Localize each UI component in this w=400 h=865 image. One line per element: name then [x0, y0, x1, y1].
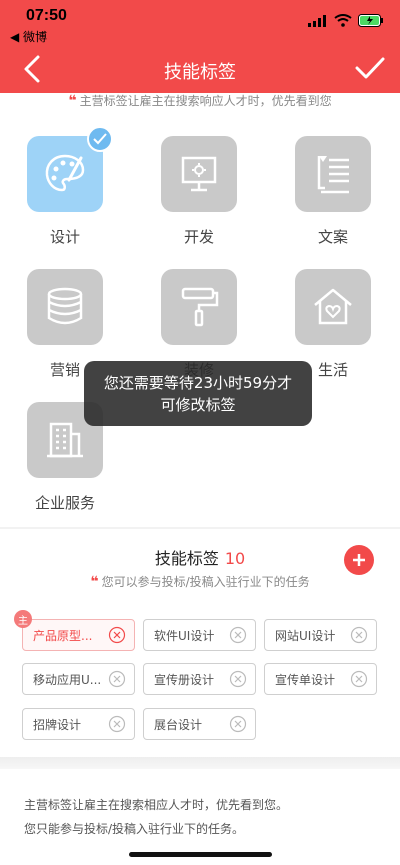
tag-item-main[interactable]: 产品原型... — [22, 619, 135, 651]
monitor-icon — [181, 156, 217, 192]
remove-tag-icon[interactable] — [229, 670, 247, 688]
bottom-note-line-2: 您只能参与投标/投稿入驻行业下的任务。 — [24, 822, 245, 836]
category-tile[interactable] — [161, 136, 237, 212]
category-copywriting[interactable]: 文案 — [295, 136, 371, 247]
category-tile[interactable] — [27, 269, 103, 345]
top-hint: ❝ 主营标签让雇主在搜索响应人才时，优先看到您 — [0, 92, 400, 109]
wifi-icon — [334, 14, 352, 27]
confirm-check-icon[interactable] — [354, 54, 386, 84]
section-divider — [0, 527, 400, 529]
selected-check-icon — [87, 126, 113, 152]
quote-icon: ❝ — [68, 93, 77, 109]
tag-label: 软件UI设计 — [154, 628, 215, 643]
signal-icon — [308, 14, 326, 27]
palette-icon — [45, 154, 85, 192]
tag-label: 网站UI设计 — [275, 628, 336, 643]
category-design[interactable]: 设计 — [27, 126, 113, 247]
toast-message: 您还需要等待23小时59分才 可修改标签 — [84, 361, 312, 426]
category-label: 开发 — [183, 228, 214, 246]
remove-tag-icon[interactable] — [350, 670, 368, 688]
document-icon — [317, 156, 349, 194]
status-bar: 07:50 ◀ 微博 — [0, 0, 400, 44]
page-title: 技能标签 — [164, 62, 236, 83]
tag-label: 宣传单设计 — [275, 672, 336, 687]
plus-icon — [353, 554, 365, 566]
main-tag-badge: 主 — [14, 610, 32, 628]
category-label: 文案 — [317, 228, 348, 246]
tag-label: 移动应用U... — [33, 672, 102, 687]
quote-icon: ❝ — [90, 574, 99, 590]
coins-icon — [47, 287, 83, 325]
remove-tag-icon[interactable] — [108, 715, 126, 733]
building-icon — [47, 422, 83, 458]
tag-item[interactable]: 宣传单设计 — [264, 663, 377, 695]
home-indicator[interactable] — [129, 852, 272, 857]
bottom-separator — [0, 757, 400, 769]
tag-label: 招牌设计 — [33, 717, 82, 732]
toast-line-1: 您还需要等待23小时59分才 — [103, 373, 293, 392]
tag-label: 展台设计 — [154, 717, 203, 732]
remove-tag-icon[interactable] — [108, 670, 126, 688]
category-development[interactable]: 开发 — [161, 136, 237, 247]
tag-item[interactable]: 网站UI设计 — [264, 619, 377, 651]
tags-title-text: 技能标签 — [154, 549, 219, 568]
add-tag-button[interactable] — [344, 545, 374, 575]
tags-count: 10 — [224, 549, 246, 568]
remove-tag-icon[interactable] — [108, 626, 126, 644]
remove-tag-icon[interactable] — [229, 626, 247, 644]
home-heart-icon — [314, 288, 352, 325]
remove-tag-icon[interactable] — [229, 715, 247, 733]
category-tile[interactable] — [295, 136, 371, 212]
tag-item[interactable]: 展台设计 — [143, 708, 256, 740]
battery-icon — [358, 14, 383, 27]
tags-hint-text: 您可以参与投标/投稿入驻行业下的任务 — [101, 575, 310, 589]
status-time: 07:50 — [26, 7, 67, 24]
tag-item[interactable]: 宣传册设计 — [143, 663, 256, 695]
tag-label: 产品原型... — [33, 628, 93, 643]
remove-tag-icon[interactable] — [350, 626, 368, 644]
paint-roller-icon — [181, 287, 219, 327]
tag-label: 宣传册设计 — [154, 672, 215, 687]
navigation-bar: 技能标签 — [0, 44, 400, 93]
tag-item[interactable]: 移动应用U... — [22, 663, 135, 695]
bottom-note-line-1: 主营标签让雇主在搜索相应人才时，优先看到您。 — [24, 798, 289, 812]
tag-item[interactable]: 招牌设计 — [22, 708, 135, 740]
category-tile[interactable] — [27, 126, 113, 212]
status-icons — [308, 14, 384, 27]
toast-line-2: 可修改标签 — [160, 395, 236, 414]
category-label: 企业服务 — [34, 494, 95, 512]
tag-item[interactable]: 软件UI设计 — [143, 619, 256, 651]
header-bar: 07:50 ◀ 微博 技能标签 — [0, 0, 400, 93]
tags-hint: ❝ 您可以参与投标/投稿入驻行业下的任务 — [0, 573, 400, 590]
tags-section-title: 技能标签 10 — [0, 545, 400, 569]
category-tile[interactable] — [295, 269, 371, 345]
category-label: 设计 — [49, 228, 80, 246]
category-tile[interactable] — [161, 269, 237, 345]
top-hint-text: 主营标签让雇主在搜索响应人才时，优先看到您 — [79, 94, 332, 108]
back-to-app-link[interactable]: ◀ 微博 — [10, 28, 47, 45]
bottom-note: 主营标签让雇主在搜索相应人才时，优先看到您。 您只能参与投标/投稿入驻行业下的任… — [24, 793, 288, 841]
